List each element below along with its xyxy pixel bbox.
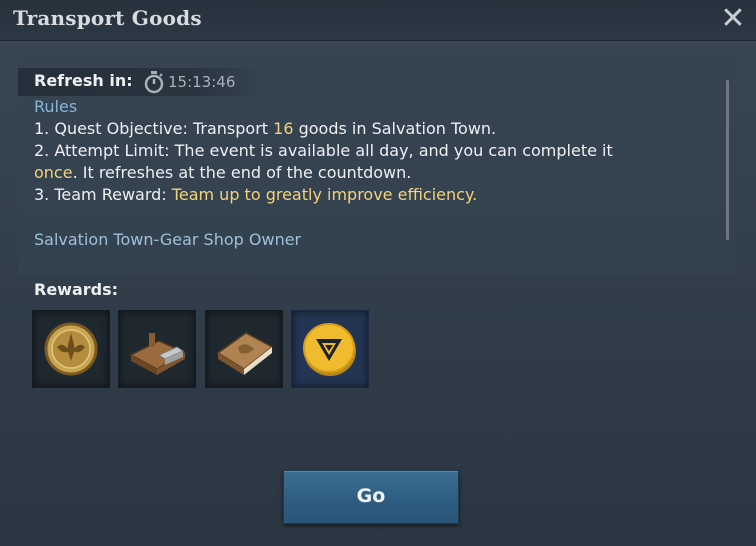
goods-count: 16 [273,119,294,138]
rule-attempt-limit-cont: once. It refreshes at the end of the cou… [34,163,411,182]
book-icon [216,332,274,375]
team-reward-text: Team up to greatly improve efficiency. [171,185,478,204]
quest-giver: Salvation Town-Gear Shop Owner [34,230,302,249]
wood-plank-bracket-icon [129,333,187,375]
rule-text: . It refreshes at the end of the countdo… [72,163,412,182]
rule-text: 2. Attempt Limit: The event is available… [34,141,613,160]
rules-heading: Rules [34,97,78,116]
rule-quest-objective: 1. Quest Objective: Transport 16 goods i… [34,119,496,138]
transport-goods-dialog: Transport Goods ✕ Refresh in: 15:13:46 R… [0,0,756,546]
reward-slot-4[interactable] [291,310,369,388]
close-button[interactable]: ✕ [716,2,750,36]
reward-slot-3[interactable] [205,310,283,388]
rule-team-reward: 3. Team Reward: Team up to greatly impro… [34,185,477,204]
gold-coin-badge-icon [44,322,98,376]
rewards-label: Rewards: [34,280,119,299]
reward-slot-2[interactable] [118,310,196,388]
rule-attempt-limit: 2. Attempt Limit: The event is available… [34,141,613,160]
stopwatch-icon [143,70,165,94]
gold-token-icon [303,323,356,376]
rule-text: goods in Salvation Town. [293,119,497,138]
close-icon: ✕ [720,1,746,36]
go-button[interactable]: Go [283,470,459,524]
reward-slot-1[interactable] [32,310,110,388]
title-bar: Transport Goods ✕ [0,0,756,41]
rule-text: 1. Quest Objective: Transport [34,119,274,138]
dialog-title: Transport Goods [13,6,202,30]
attempt-count: once [34,163,73,182]
rule-text: 3. Team Reward: [34,185,172,204]
refresh-label: Refresh in: [34,71,133,90]
go-button-label: Go [356,485,386,507]
scrollbar[interactable] [726,80,729,240]
countdown-timer: 15:13:46 [168,73,236,91]
